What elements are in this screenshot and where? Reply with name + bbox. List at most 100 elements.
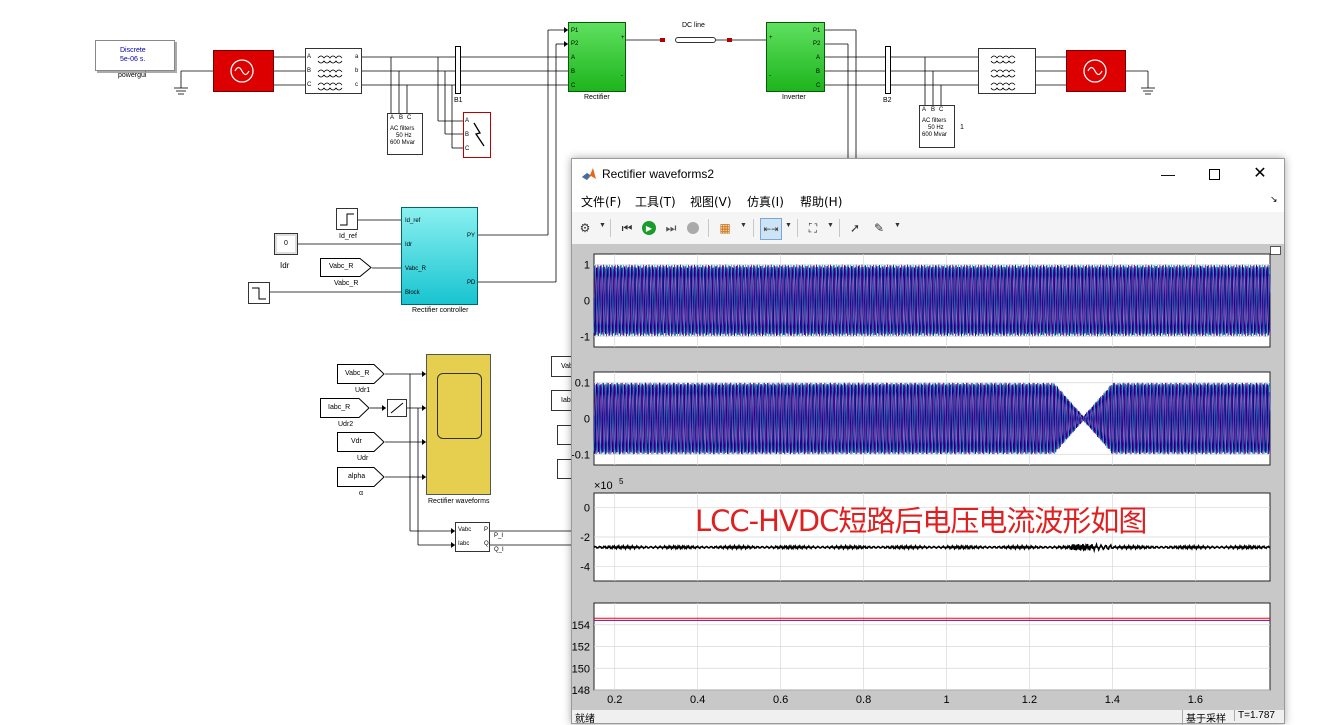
zoom-icon[interactable]: ⇤⇥ [760, 218, 782, 240]
lightning-icon [473, 122, 485, 147]
status-time: T=1.787 [1234, 710, 1275, 721]
port-label: C [307, 82, 312, 88]
from-vdr-block[interactable]: Vdr [337, 432, 385, 452]
inverter-block[interactable]: + - P1 P2 A B C [766, 22, 825, 92]
title-bar[interactable]: Rectifier waveforms2 — ✕ [572, 159, 1284, 190]
from-label: Udr [357, 455, 369, 462]
bus-b2[interactable] [885, 46, 891, 94]
port-label: Iabc [458, 541, 470, 547]
ramp-icon [390, 402, 404, 414]
scope-window[interactable]: Rectifier waveforms2 — ✕ 文件(F) 工具(T) 视图(… [571, 158, 1285, 725]
dc-line-block[interactable] [675, 37, 716, 43]
run-icon[interactable]: ▶ [639, 218, 659, 238]
stop-icon[interactable] [683, 218, 703, 238]
close-icon[interactable]: ✕ [1246, 161, 1274, 187]
autoscale-icon[interactable]: ⛶ [803, 218, 823, 238]
port-label: Vabc_R [405, 266, 426, 272]
settings-icon[interactable]: ⚙ [575, 218, 595, 238]
from-label: α [359, 490, 364, 497]
controller-label: Rectifier controller [412, 307, 469, 314]
powergui-line2: 5e-06 s. [120, 56, 146, 63]
dc-line-port-right [727, 38, 732, 42]
highlight-icon[interactable]: ▦ [715, 218, 735, 238]
rectifier-block[interactable]: P1 P2 A B C + - [568, 22, 626, 92]
step-forward-icon[interactable]: ⏭ [661, 218, 681, 238]
bus-b1[interactable] [455, 46, 461, 94]
menu-help[interactable]: 帮助(H) [800, 193, 842, 210]
toolbar-separator [708, 219, 709, 237]
x-tick-label: 0.8 [856, 694, 871, 706]
pq-measure-block[interactable]: Vabc Iabc P Q [455, 522, 490, 552]
minimize-icon[interactable]: — [1154, 161, 1182, 187]
toolbar-separator [610, 219, 611, 237]
triggers-icon[interactable]: ➚ [845, 218, 865, 238]
rectifier-controller-block[interactable]: Id_ref Idr Vabc_R Block PY PD [401, 207, 478, 305]
menu-view[interactable]: 视图(V) [690, 193, 732, 210]
id-ref-label: Id_ref [339, 233, 357, 240]
transformer-right[interactable] [978, 48, 1036, 94]
port-label: A [922, 107, 927, 113]
ac-filters-right[interactable]: A B C AC filters 50 Hz 600 Mvar [919, 105, 955, 148]
step-icon [340, 213, 354, 226]
port-label: + [769, 35, 773, 41]
tag-text: Vabc_R [345, 370, 370, 377]
idr-display-block[interactable]: 0 [274, 233, 298, 255]
fault-block[interactable]: A B C [463, 112, 491, 158]
y-tick-label: -1 [580, 331, 590, 343]
powergui-block[interactable]: Discrete 5e-06 s. [95, 40, 175, 71]
x-tick-label: 0.4 [690, 694, 705, 706]
transformer-left[interactable]: A B C a b c [305, 48, 362, 94]
from-vabc-r-block[interactable]: Vabc_R [337, 364, 385, 384]
filter-line3: 600 Mvar [922, 132, 948, 138]
port-label: Q [484, 541, 489, 547]
port-label: Id_ref [405, 218, 421, 224]
port-label: PD [467, 280, 476, 286]
chevron-down-icon[interactable]: ▼ [740, 222, 747, 229]
port-label: A [390, 115, 395, 121]
chevron-down-icon[interactable]: ▼ [827, 222, 834, 229]
maximize-icon[interactable] [1200, 161, 1228, 187]
x-tick-label: 0.2 [607, 694, 622, 706]
from-label: Udr1 [355, 387, 371, 394]
vabc-r-tag-block[interactable]: Vabc_R [320, 258, 372, 277]
port-label: B [816, 69, 821, 75]
rectifier-waveforms-scope[interactable] [426, 354, 491, 495]
measurements-icon[interactable]: ✎ [869, 218, 889, 238]
ac-source-right[interactable] [1066, 50, 1126, 92]
from-iabc-r-block[interactable]: Iabc_R [320, 398, 370, 418]
gain-block[interactable] [387, 399, 407, 417]
x-tick-label: 1.2 [1022, 694, 1037, 706]
y-tick-label: 0 [584, 503, 590, 515]
port-label: + [621, 35, 625, 41]
from-label: Udr2 [338, 421, 354, 428]
x-tick-label: 0.6 [773, 694, 788, 706]
port-label: A [571, 55, 576, 61]
menu-tools[interactable]: 工具(T) [635, 193, 676, 210]
from-alpha-block[interactable]: alpha [337, 467, 385, 487]
chevron-down-icon[interactable]: ▼ [599, 222, 606, 229]
filter-line1: AC filters [390, 126, 415, 132]
ac-filters-left[interactable]: A B C AC filters 50 Hz 600 Mvar [387, 113, 423, 155]
y-tick-label: -2 [580, 532, 590, 544]
y-tick-label: 1 [584, 260, 590, 272]
dock-arrow-icon[interactable]: ↘ [1270, 194, 1278, 205]
block-step-block[interactable] [248, 282, 270, 304]
port-label: P2 [813, 41, 821, 47]
id-ref-step-block[interactable] [336, 208, 358, 230]
chevron-down-icon[interactable]: ▼ [785, 222, 792, 229]
port-label: A [816, 55, 821, 61]
b2-label: B2 [883, 97, 892, 104]
step-back-icon[interactable]: ⏮ [617, 218, 637, 238]
port-label: B [307, 68, 312, 74]
y-tick-label: 148 [572, 685, 590, 697]
dc-line-label: DC line [682, 22, 705, 29]
chevron-down-icon[interactable]: ▼ [894, 222, 901, 229]
powergui-line1: Discrete [120, 47, 146, 54]
plot-area[interactable]: 1 0 -1 0.1 0 -0.1 0 -2 -4 154 152 150 148 ×10 5 0.2 0.4 0… [572, 244, 1284, 710]
port-label: - [769, 73, 771, 79]
toolbar-separator [753, 219, 754, 237]
ac-source-left[interactable] [213, 50, 274, 92]
sine-source-icon [230, 59, 254, 83]
menu-simulation[interactable]: 仿真(I) [747, 193, 784, 210]
menu-file[interactable]: 文件(F) [581, 193, 621, 210]
